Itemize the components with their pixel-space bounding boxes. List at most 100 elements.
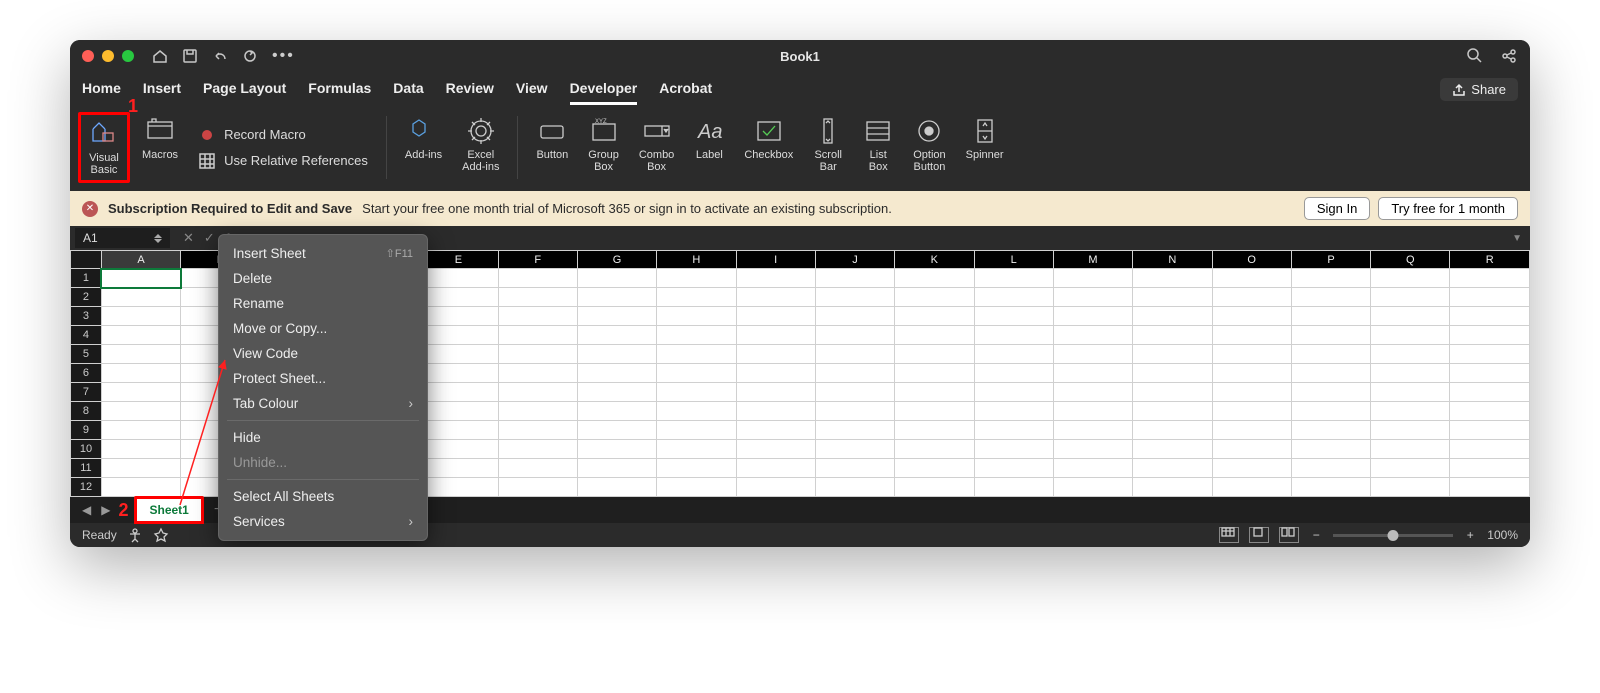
cell-L5[interactable] <box>974 345 1053 364</box>
cell-I1[interactable] <box>736 269 815 288</box>
cell-K1[interactable] <box>895 269 974 288</box>
cell-N8[interactable] <box>1133 402 1212 421</box>
cell-M5[interactable] <box>1053 345 1132 364</box>
cell-F1[interactable] <box>498 269 577 288</box>
cell-J2[interactable] <box>815 288 894 307</box>
cell-F3[interactable] <box>498 307 577 326</box>
view-page-layout-button[interactable] <box>1249 527 1269 543</box>
cell-E4[interactable] <box>419 326 498 345</box>
row-header-6[interactable]: 6 <box>71 364 102 383</box>
group-box-button[interactable]: XYZ Group Box <box>580 112 627 183</box>
cell-O10[interactable] <box>1212 440 1291 459</box>
cell-J5[interactable] <box>815 345 894 364</box>
cell-A4[interactable] <box>101 326 180 345</box>
cell-J12[interactable] <box>815 478 894 497</box>
macros-button[interactable]: Macros <box>134 112 186 183</box>
col-header-L[interactable]: L <box>974 251 1053 269</box>
cell-R3[interactable] <box>1450 307 1530 326</box>
tab-acrobat[interactable]: Acrobat <box>659 74 712 105</box>
cell-A5[interactable] <box>101 345 180 364</box>
cell-Q1[interactable] <box>1371 269 1450 288</box>
enter-formula-button[interactable]: ✓ <box>204 230 215 246</box>
cell-L2[interactable] <box>974 288 1053 307</box>
cell-N2[interactable] <box>1133 288 1212 307</box>
cell-G10[interactable] <box>577 440 656 459</box>
cell-G6[interactable] <box>577 364 656 383</box>
zoom-in-button[interactable]: + <box>1463 528 1477 542</box>
cell-I8[interactable] <box>736 402 815 421</box>
cell-N10[interactable] <box>1133 440 1212 459</box>
ctx-delete[interactable]: Delete <box>219 266 427 291</box>
row-header-12[interactable]: 12 <box>71 478 102 497</box>
cell-I2[interactable] <box>736 288 815 307</box>
cell-K10[interactable] <box>895 440 974 459</box>
cell-A2[interactable] <box>101 288 180 307</box>
cell-G3[interactable] <box>577 307 656 326</box>
row-header-4[interactable]: 4 <box>71 326 102 345</box>
ctx-insert-sheet[interactable]: Insert Sheet ⇧F11 <box>219 241 427 266</box>
cell-A3[interactable] <box>101 307 180 326</box>
cell-E9[interactable] <box>419 421 498 440</box>
ctx-select-all-sheets[interactable]: Select All Sheets <box>219 484 427 509</box>
tab-view[interactable]: View <box>516 74 548 105</box>
cell-R8[interactable] <box>1450 402 1530 421</box>
option-button-button[interactable]: Option Button <box>905 112 953 183</box>
cell-Q4[interactable] <box>1371 326 1450 345</box>
save-icon[interactable] <box>182 48 198 64</box>
view-page-break-button[interactable] <box>1279 527 1299 543</box>
cell-L8[interactable] <box>974 402 1053 421</box>
cell-H3[interactable] <box>657 307 736 326</box>
cell-F7[interactable] <box>498 383 577 402</box>
cell-O11[interactable] <box>1212 459 1291 478</box>
redo-icon[interactable] <box>242 48 258 64</box>
cell-N3[interactable] <box>1133 307 1212 326</box>
cell-P9[interactable] <box>1291 421 1370 440</box>
cell-F12[interactable] <box>498 478 577 497</box>
cell-F8[interactable] <box>498 402 577 421</box>
cell-K4[interactable] <box>895 326 974 345</box>
cell-P12[interactable] <box>1291 478 1370 497</box>
cell-H9[interactable] <box>657 421 736 440</box>
cell-Q7[interactable] <box>1371 383 1450 402</box>
cell-F4[interactable] <box>498 326 577 345</box>
col-header-F[interactable]: F <box>498 251 577 269</box>
cell-A10[interactable] <box>101 440 180 459</box>
try-free-button[interactable]: Try free for 1 month <box>1378 197 1518 220</box>
cell-J6[interactable] <box>815 364 894 383</box>
cell-J10[interactable] <box>815 440 894 459</box>
col-header-M[interactable]: M <box>1053 251 1132 269</box>
cell-G4[interactable] <box>577 326 656 345</box>
cell-M8[interactable] <box>1053 402 1132 421</box>
cell-L4[interactable] <box>974 326 1053 345</box>
name-box[interactable]: A1 <box>75 228 170 248</box>
cell-I12[interactable] <box>736 478 815 497</box>
cell-N6[interactable] <box>1133 364 1212 383</box>
maximize-window-button[interactable] <box>122 50 134 62</box>
cell-Q9[interactable] <box>1371 421 1450 440</box>
cell-R6[interactable] <box>1450 364 1530 383</box>
cell-J8[interactable] <box>815 402 894 421</box>
cell-K6[interactable] <box>895 364 974 383</box>
cell-M11[interactable] <box>1053 459 1132 478</box>
col-header-H[interactable]: H <box>657 251 736 269</box>
cell-K3[interactable] <box>895 307 974 326</box>
home-icon[interactable] <box>152 48 168 64</box>
cell-K7[interactable] <box>895 383 974 402</box>
cell-H4[interactable] <box>657 326 736 345</box>
ctx-protect-sheet[interactable]: Protect Sheet... <box>219 366 427 391</box>
ctx-services[interactable]: Services› <box>219 509 427 534</box>
cell-R5[interactable] <box>1450 345 1530 364</box>
cell-A6[interactable] <box>101 364 180 383</box>
cell-A1[interactable] <box>101 269 180 288</box>
cell-K8[interactable] <box>895 402 974 421</box>
row-header-7[interactable]: 7 <box>71 383 102 402</box>
cell-I3[interactable] <box>736 307 815 326</box>
ctx-view-code[interactable]: View Code <box>219 341 427 366</box>
cell-N7[interactable] <box>1133 383 1212 402</box>
cell-H7[interactable] <box>657 383 736 402</box>
tab-insert[interactable]: Insert <box>143 74 181 105</box>
cell-N1[interactable] <box>1133 269 1212 288</box>
excel-addins-button[interactable]: Excel Add-ins <box>454 112 507 183</box>
cell-P11[interactable] <box>1291 459 1370 478</box>
cell-H2[interactable] <box>657 288 736 307</box>
